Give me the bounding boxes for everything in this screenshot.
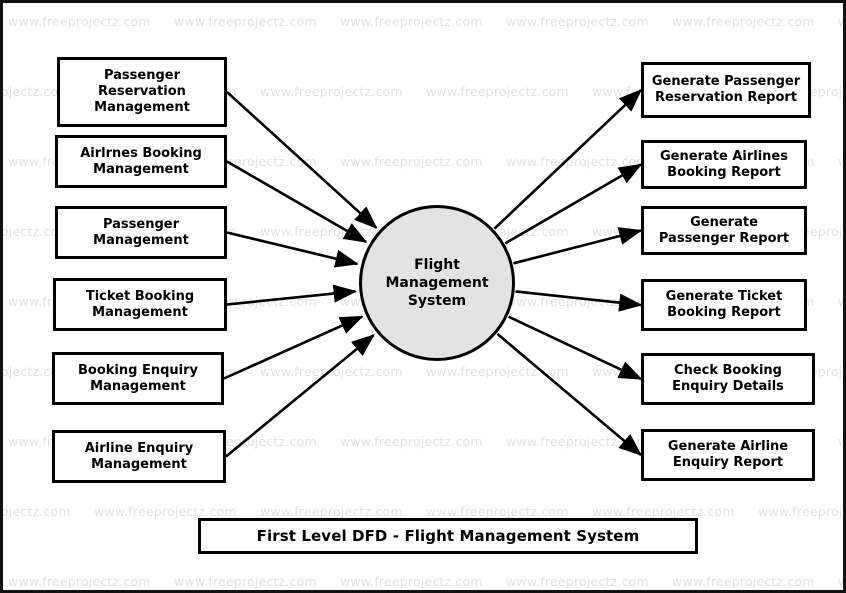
flow-arrow-out-generate-airline-enquiry-report [496, 332, 643, 457]
flow-arrow-out-generate-ticket-booking-report [515, 290, 643, 312]
watermark-text: www.freeprojectz.com [340, 434, 483, 449]
entity-label: Ticket Booking Management [85, 288, 195, 320]
watermark-text: www.freeprojectz.com [0, 504, 71, 519]
flow-arrow-out-generate-airlines-booking-report [504, 163, 643, 245]
watermark-text: www.freeprojectz.com [340, 14, 483, 29]
watermark-text: www.freeprojectz.com [838, 434, 846, 449]
watermark-text: www.freeprojectz.com [8, 14, 151, 29]
watermark-text: www.freeprojectz.com [758, 504, 846, 519]
diagram-title: First Level DFD - Flight Management Syst… [256, 527, 640, 545]
watermark-text: www.freeprojectz.com [506, 574, 649, 589]
flow-arrow-out-check-booking-enquiry-details [507, 315, 643, 381]
watermark-text: www.freeprojectz.com [426, 364, 569, 379]
watermark-text: www.freeprojectz.com [426, 84, 569, 99]
entity-label: Generate Passenger Report [658, 214, 790, 246]
entity-label: Airlrnes Booking Management [80, 145, 202, 177]
watermark-text: www.freeprojectz.com [672, 574, 815, 589]
flow-arrow-out-generate-passenger-reservation-report [493, 88, 643, 230]
entity-label: Check Booking Enquiry Details [672, 363, 784, 394]
flow-arrow-in-airline-enquiry-management [225, 334, 375, 458]
watermark-text: www.freeprojectz.com [174, 574, 317, 589]
output-entity-generate-airline-enquiry-report[interactable]: Generate Airline Enquiry Report [641, 429, 815, 481]
input-entity-passenger-reservation-management[interactable]: Passenger Reservation Management [57, 57, 227, 127]
entity-label: Airline Enquiry Management [84, 440, 194, 472]
input-flow-arrows [223, 91, 378, 458]
watermark-text: www.freeprojectz.com [838, 574, 846, 589]
entity-label: Passenger Management [93, 216, 189, 248]
output-entity-generate-airlines-booking-report[interactable]: Generate Airlines Booking Report [641, 140, 807, 189]
watermark-text: www.freeprojectz.com [506, 154, 649, 169]
entity-label: Passenger Reservation Management [94, 68, 190, 115]
entity-label: Generate Airlines Booking Report [660, 148, 788, 180]
input-entity-booking-enquiry-management[interactable]: Booking Enquiry Management [52, 352, 224, 405]
entity-label: Generate Ticket Booking Report [665, 289, 783, 320]
dfd-canvas: www.freeprojectz.com www.freeprojectz.com… [0, 0, 846, 593]
watermark-text: www.freeprojectz.com [174, 14, 317, 29]
flow-arrow-in-ticket-booking-management [226, 284, 357, 306]
entity-label: Generate Passenger Reservation Report [651, 74, 801, 105]
central-process-label: Flight Management System [385, 256, 489, 310]
input-entity-ticket-booking-management[interactable]: Ticket Booking Management [53, 278, 227, 331]
watermark-text: www.freeprojectz.com [838, 14, 846, 29]
output-entity-generate-passenger-report[interactable]: Generate Passenger Report [641, 206, 807, 255]
watermark-text: www.freeprojectz.com [340, 574, 483, 589]
watermark-text: www.freeprojectz.com [260, 364, 403, 379]
input-entity-airlrnes-booking-management[interactable]: Airlrnes Booking Management [55, 135, 227, 188]
watermark-text: www.freeprojectz.com [838, 294, 846, 309]
watermark-text: www.freeprojectz.com [426, 504, 569, 519]
watermark-text: www.freeprojectz.com [340, 154, 483, 169]
flow-arrow-out-generate-passenger-report [513, 227, 643, 265]
input-entity-airline-enquiry-management[interactable]: Airline Enquiry Management [52, 430, 226, 483]
watermark-text: www.freeprojectz.com [506, 14, 649, 29]
watermark-text: www.freeprojectz.com [506, 294, 649, 309]
watermark-text: www.freeprojectz.com [592, 504, 735, 519]
flow-arrow-in-airlrnes-booking-management [226, 160, 368, 244]
watermark-text: www.freeprojectz.com [838, 154, 846, 169]
watermark-text: www.freeprojectz.com [672, 14, 815, 29]
flow-arrow-in-passenger-management [226, 231, 359, 268]
output-entity-generate-ticket-booking-report[interactable]: Generate Ticket Booking Report [641, 279, 807, 331]
diagram-caption: First Level DFD - Flight Management Syst… [198, 518, 698, 554]
watermark-text: www.freeprojectz.com [506, 434, 649, 449]
output-flow-arrows [493, 88, 643, 457]
entity-label: Generate Airline Enquiry Report [667, 439, 789, 470]
watermark-text: www.freeprojectz.com [8, 574, 151, 589]
flow-arrow-in-passenger-reservation-management [226, 91, 378, 229]
flow-arrow-in-booking-enquiry-management [223, 315, 364, 380]
input-entity-passenger-management[interactable]: Passenger Management [55, 206, 227, 259]
watermark-text: www.freeprojectz.com [260, 84, 403, 99]
central-process[interactable]: Flight Management System [359, 205, 515, 361]
output-entity-generate-passenger-reservation-report[interactable]: Generate Passenger Reservation Report [641, 62, 811, 118]
watermark-text: www.freeprojectz.com [94, 504, 237, 519]
watermark-text: www.freeprojectz.com [260, 504, 403, 519]
entity-label: Booking Enquiry Management [78, 362, 198, 394]
output-entity-check-booking-enquiry-details[interactable]: Check Booking Enquiry Details [641, 353, 815, 405]
